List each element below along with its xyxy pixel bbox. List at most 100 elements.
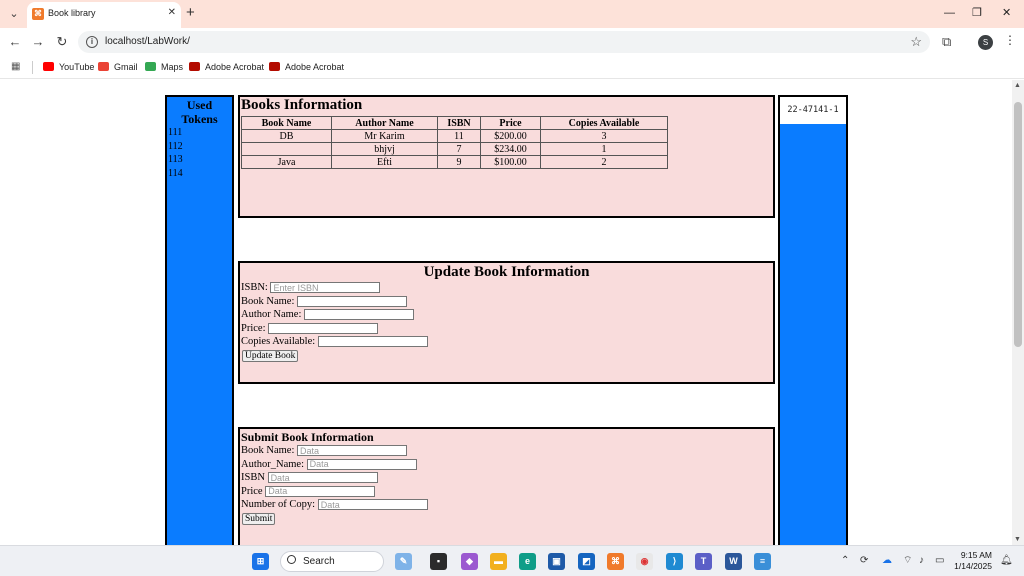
chrome-icon[interactable]: ◉ [636,553,653,570]
submit-isbn-input[interactable] [267,472,378,484]
bookmark-youtube[interactable]: YouTube [43,61,94,74]
bookmark-adobe-acrobat-2[interactable]: Adobe Acrobat [269,61,344,74]
tab-search-chevron-icon[interactable]: ⌄ [5,5,23,23]
widgets-icon[interactable]: ✎ [395,553,412,570]
copilot-icon[interactable]: ◆ [461,553,478,570]
site-info-icon[interactable]: i [86,36,98,48]
submit-book-name-input[interactable] [297,445,407,457]
token-item: 113 [168,154,183,165]
update-book-button[interactable]: Update Book [242,349,299,362]
column-header: Price [480,116,541,130]
maps-icon [145,62,156,71]
update-button-row: Update Book [240,349,773,363]
bookmark-star-icon[interactable]: ☆ [910,34,922,50]
gmail-icon [98,62,109,71]
submit-copies-input[interactable] [317,499,428,511]
vscode-icon[interactable]: ⟩ [666,553,683,570]
submit-author-input[interactable] [306,458,417,470]
column-header: Author Name [331,116,438,130]
browser-toolbar: ← → ↻ i localhost/LabWork/ ☆ [0,28,1024,56]
bookmark-adobe-acrobat-1[interactable]: Adobe Acrobat [189,61,264,74]
used-tokens-title-line2: Tokens [181,112,218,126]
submit-isbn-label: ISBN [241,472,265,483]
volume-icon[interactable]: ♪ [919,555,924,567]
taskbar-search[interactable]: Search [280,551,384,572]
bookmarks-divider [32,61,33,74]
teams-icon[interactable]: T [695,553,712,570]
page-scrollbar[interactable]: ▲ ▼ [1012,80,1024,545]
update-author-input[interactable] [304,309,414,321]
task-view-icon[interactable]: ▪ [430,553,447,570]
scroll-up-arrow-icon[interactable]: ▲ [1014,82,1021,89]
table-cell: 3 [540,129,668,143]
update-isbn-input[interactable] [270,282,381,294]
column-header: Copies Available [540,116,668,130]
books-information-panel: Books Information Book Name Author Name … [238,95,775,218]
notepad-icon[interactable]: ≡ [754,553,771,570]
used-tokens-title: Used Tokens [167,97,232,126]
extensions-puzzle-icon[interactable]: ⧉ [942,34,951,50]
start-windows-icon[interactable]: ⊞ [252,553,269,570]
battery-icon[interactable]: ▭ [935,555,944,567]
table-cell: 2 [540,155,668,169]
page-viewport: Used Tokens 111 112 113 114 Books Inform… [0,80,1012,545]
onedrive-icon[interactable]: ☁ [882,555,892,567]
apps-grid-icon[interactable]: ▦ [11,61,23,73]
scrollbar-thumb[interactable] [1014,102,1022,347]
url-text: localhost/LabWork/ [105,36,190,47]
profile-avatar[interactable]: S [978,35,993,50]
photos-icon[interactable]: ◩ [578,553,595,570]
tab-book-library[interactable]: ⌘ Book library ✕ [27,2,181,28]
column-header: Book Name [241,116,332,130]
xampp-icon[interactable]: ⌘ [607,553,624,570]
table-cell: bhjvj [331,142,438,156]
restore-icon[interactable]: ❐ [972,4,982,22]
tab-close-icon[interactable]: ✕ [168,7,176,19]
update-author-label: Author Name: [241,309,302,320]
edge-browser-icon[interactable]: e [519,553,536,570]
new-tab-plus-icon[interactable]: + [186,4,195,22]
update-book-name-row: Book Name: [240,295,773,309]
browser-menu-icon[interactable]: ⋮ [1004,33,1016,47]
update-book-panel: Update Book Information ISBN: Book Name:… [238,261,775,384]
table-cell: Java [241,155,332,169]
back-arrow-icon[interactable]: ← [6,33,24,51]
update-price-input[interactable] [268,322,379,334]
table-cell: 9 [437,155,481,169]
tab-title: Book library [48,8,96,18]
scroll-down-arrow-icon[interactable]: ▼ [1014,536,1021,543]
books-table: Book Name Author Name ISBN Price Copies … [241,116,668,169]
bookmark-label: Adobe Acrobat [205,62,265,72]
books-information-title: Books Information [241,97,363,113]
address-bar[interactable]: i localhost/LabWork/ ☆ [78,31,930,53]
minimize-icon[interactable]: — [944,4,955,22]
word-icon[interactable]: W [725,553,742,570]
right-sidebar: 22-47141-1 [778,95,848,545]
notification-bell-icon[interactable]: 🔔︎ [1000,555,1013,567]
taskbar-search-label: Search [303,556,335,567]
browser-tab-bar: ⌄ ⌘ Book library ✕ + — ❐ ✕ [0,0,1024,28]
wifi-icon[interactable]: ⌔ [903,555,912,567]
tray-sync-icon[interactable]: ⟳ [860,555,868,567]
column-header: ISBN [437,116,481,130]
forward-arrow-icon[interactable]: → [29,33,47,51]
submit-book-panel: Submit Book Information Book Name: Autho… [238,427,775,545]
submit-button[interactable]: Submit [242,512,276,525]
tray-chevron-icon[interactable]: ⌃ [841,555,849,567]
submit-copies-label: Number of Copy: [241,499,316,510]
update-book-name-input[interactable] [297,295,407,307]
submit-price-input[interactable] [265,485,376,497]
taskbar-clock[interactable]: 9:15 AM 1/14/2025 [952,550,992,572]
reload-icon[interactable]: ↻ [53,33,71,51]
store-icon[interactable]: ▣ [548,553,565,570]
table-cell [241,142,332,156]
bookmark-maps[interactable]: Maps [145,61,183,74]
update-copies-input[interactable] [317,336,428,348]
table-cell: DB [241,129,332,143]
token-item: 114 [168,167,183,179]
bookmark-gmail[interactable]: Gmail [98,61,138,74]
window-close-icon[interactable]: ✕ [1002,4,1011,22]
file-explorer-icon[interactable]: ▬ [490,553,507,570]
clock-date: 1/14/2025 [954,561,992,571]
submit-author-row: Author_Name: [240,458,773,472]
